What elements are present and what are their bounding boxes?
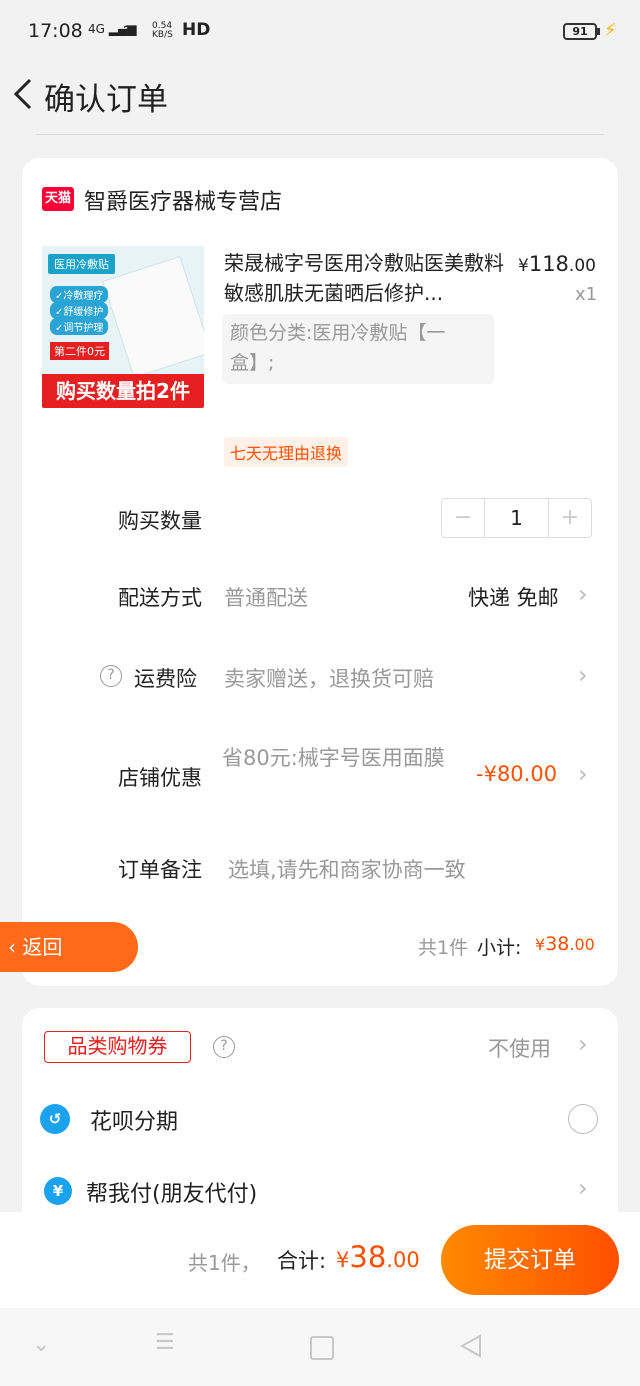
product-spec: 颜色分类:医用冷敷贴【一盒】; <box>222 314 494 384</box>
wifi-icon: ≋ <box>122 20 138 41</box>
huabei-radio[interactable] <box>568 1104 598 1134</box>
insurance-value: 卖家赠送，退换货可赔 <box>224 667 434 691</box>
charging-icon: ⚡ <box>604 20 617 41</box>
hd-indicator: HD <box>182 20 211 40</box>
product-price: ¥118.00 <box>518 252 596 276</box>
huabei-icon: ↺ <box>40 1104 70 1134</box>
total-amount: ¥38.00 <box>336 1240 420 1274</box>
image-banner: 购买数量拍2件 <box>42 374 204 408</box>
battery-tip <box>597 28 600 35</box>
huabei-label[interactable]: 花呗分期 <box>90 1104 178 1136</box>
insurance-label: 运费险 <box>134 667 197 691</box>
friend-pay-label[interactable]: 帮我付(朋友代付) <box>86 1176 257 1208</box>
net-speed: 0.54 KB/S <box>152 21 173 40</box>
image-line: ✓舒缓修护 <box>50 302 109 319</box>
image-promo: 第二件0元 <box>50 342 109 360</box>
total-label: 合计: <box>277 1249 327 1273</box>
help-icon[interactable]: ? <box>213 1036 235 1058</box>
back-arrow-icon[interactable] <box>8 74 48 114</box>
coupon-tag[interactable]: 品类购物券 <box>44 1031 191 1063</box>
submit-order-button[interactable]: 提交订单 <box>441 1225 619 1295</box>
quantity-value[interactable]: 1 <box>485 499 548 537</box>
header-divider <box>36 134 604 135</box>
nav-menu-icon[interactable]: ☰ <box>155 1330 175 1355</box>
quantity-stepper: − 1 + <box>441 498 592 538</box>
chevron-right-icon[interactable]: › <box>578 760 588 788</box>
increase-button[interactable]: + <box>548 499 591 537</box>
note-label: 订单备注 <box>118 858 202 882</box>
chevron-right-icon[interactable]: › <box>578 1174 588 1202</box>
friend-pay-icon: ¥ <box>44 1177 72 1205</box>
subtotal-label: 小计: <box>477 937 522 959</box>
nav-home-icon[interactable] <box>310 1336 334 1360</box>
status-bar: 17:08 4G ▂▄▆ ≋ 0.54 KB/S HD 91 ⚡ <box>0 0 640 64</box>
nav-back-icon[interactable] <box>458 1333 484 1359</box>
discount-amount: -¥80.00 <box>476 762 558 786</box>
product-image[interactable]: 医用冷敷贴 ✓冷敷理疗 ✓舒缓修护 ✓调节护理 第二件0元 购买数量拍2件 <box>42 246 204 408</box>
product-title[interactable]: 荣晟械字号医用冷敷贴医美敷料敏感肌肤无菌晒后修护... <box>224 248 508 308</box>
nav-down-icon[interactable]: ⌄ <box>32 1332 50 1357</box>
subtotal-amount: ¥38.00 <box>535 933 595 955</box>
product-box-graphic <box>102 255 204 379</box>
discount-label: 店铺优惠 <box>118 766 202 790</box>
shipping-value: 普通配送 <box>224 586 308 610</box>
discount-value: 省80元:械字号医用面膜 <box>222 746 445 770</box>
return-policy-tag: 七天无理由退换 <box>224 437 349 467</box>
page-title: 确认订单 <box>44 82 168 118</box>
image-line: ✓调节护理 <box>50 318 109 335</box>
shipping-method[interactable]: 快递 免邮 <box>468 582 559 612</box>
help-icon[interactable]: ? <box>100 665 122 687</box>
image-tag: 医用冷敷贴 <box>48 254 115 274</box>
return-button[interactable]: ‹ 返回 <box>0 922 138 972</box>
decrease-button[interactable]: − <box>442 499 485 537</box>
shipping-label: 配送方式 <box>118 586 202 610</box>
chevron-right-icon[interactable]: › <box>578 580 588 608</box>
chevron-right-icon[interactable]: › <box>578 661 588 689</box>
image-line: ✓冷敷理疗 <box>50 286 109 303</box>
store-name[interactable]: 智爵医疗器械专营店 <box>84 184 282 216</box>
product-qty: x1 <box>575 284 598 305</box>
total-count: 共1件， <box>188 1251 261 1275</box>
quantity-label: 购买数量 <box>118 509 202 533</box>
note-input[interactable]: 选填,请先和商家协商一致 <box>228 854 466 884</box>
subtotal-count: 共1件 <box>418 937 469 959</box>
chevron-right-icon[interactable]: › <box>578 1030 588 1058</box>
battery-icon: 91 <box>563 23 597 40</box>
tmall-badge: 天猫 <box>42 187 74 211</box>
coupon-value[interactable]: 不使用 <box>488 1033 551 1063</box>
status-time: 17:08 <box>28 20 83 42</box>
